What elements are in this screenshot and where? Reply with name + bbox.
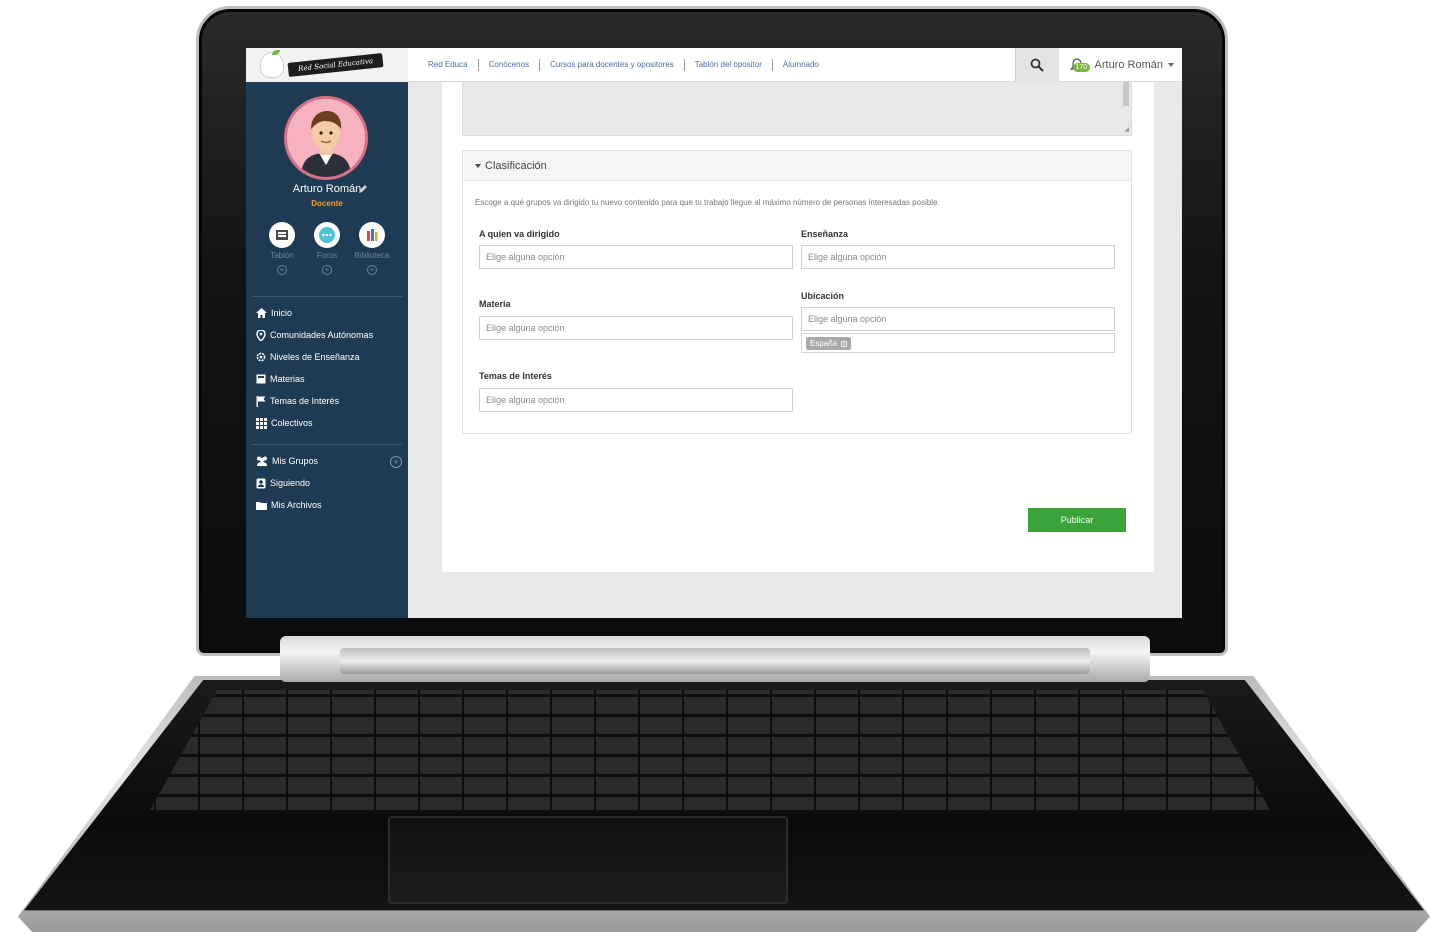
sidebar-item-label: Temas de Interés bbox=[270, 396, 340, 406]
sidebar-item-niveles[interactable]: Niveles de Enseñanza bbox=[256, 346, 373, 368]
teaching-label: Enseñanza bbox=[801, 229, 849, 239]
notifications-button[interactable]: 170 bbox=[1059, 48, 1095, 82]
location-label: Ubicación bbox=[801, 291, 845, 301]
sidebar-item-label: Materias bbox=[270, 374, 305, 384]
sidebar-item-label: Niveles de Enseñanza bbox=[270, 352, 360, 362]
audience-select[interactable] bbox=[479, 245, 793, 269]
sidebar-item-comunidades[interactable]: Comunidades Autónomas bbox=[256, 324, 373, 346]
shortcut-foros[interactable]: Foros + bbox=[307, 222, 347, 275]
publish-button[interactable]: Publicar bbox=[1028, 508, 1126, 532]
location-select[interactable] bbox=[801, 307, 1115, 331]
tag-label: España bbox=[810, 339, 838, 348]
chevron-down-icon bbox=[475, 163, 481, 168]
sidebar-divider bbox=[252, 444, 402, 445]
content-textarea[interactable]: ◢ bbox=[462, 82, 1132, 136]
nav-conocenos[interactable]: Conócenos bbox=[479, 60, 539, 69]
sidebar-item-label: Siguiendo bbox=[270, 478, 311, 488]
chat-bubble-icon bbox=[319, 227, 335, 243]
avatar[interactable] bbox=[284, 96, 368, 180]
gear-icon bbox=[256, 352, 266, 362]
sidebar-menu-personal: Mis Grupos Siguiendo Mis Archivos bbox=[256, 450, 322, 516]
nav-red-educa[interactable]: Red Educa bbox=[418, 60, 478, 69]
nav-tablon-opositor[interactable]: Tablón del opositor bbox=[685, 60, 772, 69]
scrollbar-thumb[interactable] bbox=[1123, 82, 1129, 106]
audience-label: A quien va dirigido bbox=[479, 229, 560, 239]
logo-text: Red Social Educativa bbox=[287, 52, 385, 77]
board-icon bbox=[276, 230, 288, 240]
user-menu[interactable]: Arturo Román bbox=[1095, 59, 1174, 71]
site-logo[interactable]: Red Social Educativa bbox=[246, 48, 408, 82]
nav-cursos[interactable]: Cursos para docentes y opositores bbox=[540, 60, 684, 69]
search-icon bbox=[1030, 58, 1044, 72]
sidebar-item-inicio[interactable]: Inicio bbox=[256, 302, 373, 324]
sidebar-item-label: Mis Archivos bbox=[271, 500, 322, 510]
shortcuts: Tablón + Foros + Biblioteca + bbox=[262, 222, 392, 275]
profile-role: Docente bbox=[311, 199, 343, 208]
chevron-down-icon bbox=[1168, 63, 1174, 67]
avatar-illustration-icon bbox=[287, 99, 365, 177]
plus-icon[interactable]: + bbox=[277, 265, 287, 275]
search-button[interactable] bbox=[1014, 48, 1059, 82]
teaching-select[interactable] bbox=[801, 245, 1115, 269]
topics-label: Temas de Interés bbox=[479, 371, 552, 381]
sidebar-item-label: Mis Grupos bbox=[272, 456, 319, 466]
shortcut-label: Biblioteca bbox=[354, 251, 390, 260]
top-right-controls: 170 Arturo Román bbox=[1014, 48, 1174, 82]
close-icon[interactable] bbox=[841, 340, 848, 347]
book-icon bbox=[256, 374, 266, 384]
folder-icon bbox=[256, 501, 267, 510]
sidebar-divider bbox=[252, 296, 402, 297]
shortcut-label: Tablón bbox=[270, 251, 294, 260]
shortcut-tablon[interactable]: Tablón + bbox=[262, 222, 302, 275]
classification-section: Clasificación Escoge a qué grupos va dir… bbox=[462, 150, 1132, 434]
plus-icon[interactable]: + bbox=[322, 265, 332, 275]
books-icon bbox=[367, 229, 378, 241]
sidebar-item-mis-grupos[interactable]: Mis Grupos bbox=[256, 450, 322, 472]
pencil-icon[interactable] bbox=[358, 184, 368, 194]
subject-select[interactable] bbox=[479, 316, 793, 340]
add-group-plus-icon[interactable]: + bbox=[390, 456, 402, 468]
laptop-hinge-center bbox=[340, 648, 1090, 674]
sidebar-item-temas[interactable]: Temas de Interés bbox=[256, 390, 373, 412]
shortcut-biblioteca[interactable]: Biblioteca + bbox=[352, 222, 392, 275]
sidebar-item-siguiendo[interactable]: Siguiendo bbox=[256, 472, 322, 494]
sidebar-item-colectivos[interactable]: Colectivos bbox=[256, 412, 373, 434]
sidebar-item-label: Colectivos bbox=[271, 418, 313, 428]
logo-mark-icon bbox=[260, 51, 284, 78]
sidebar-item-label: Comunidades Autónomas bbox=[270, 330, 374, 340]
section-title: Clasificación bbox=[485, 159, 547, 172]
location-tags: España bbox=[801, 333, 1115, 353]
home-icon bbox=[256, 308, 267, 318]
subject-label: Materia bbox=[479, 299, 511, 309]
sidebar-item-mis-archivos[interactable]: Mis Archivos bbox=[256, 494, 322, 516]
sidebar: Arturo Román Docente Tablón + Foros + Bi… bbox=[246, 82, 408, 618]
top-bar: Red Social Educativa Red Educa Conócenos… bbox=[246, 48, 1182, 82]
shortcut-label: Foros bbox=[316, 251, 338, 260]
sidebar-item-materias[interactable]: Materias bbox=[256, 368, 373, 390]
main-nav: Red Educa Conócenos Cursos para docentes… bbox=[418, 58, 829, 71]
topics-select[interactable] bbox=[479, 388, 793, 412]
screen: Red Social Educativa Red Educa Conócenos… bbox=[246, 48, 1182, 618]
flag-icon bbox=[256, 395, 266, 407]
plus-icon[interactable]: + bbox=[367, 265, 377, 275]
sidebar-item-label: Inicio bbox=[271, 308, 293, 318]
location-tag: España bbox=[806, 337, 852, 350]
user-menu-name: Arturo Román bbox=[1094, 59, 1163, 71]
grid-icon bbox=[256, 417, 267, 429]
profile-name: Arturo Román bbox=[292, 183, 362, 195]
contact-icon bbox=[256, 478, 266, 488]
section-description: Escoge a qué grupos va dirigido tu nuevo… bbox=[475, 198, 940, 207]
main-panel: ◢ Clasificación Escoge a qué grupos va d… bbox=[442, 82, 1154, 572]
nav-alumnado[interactable]: Alumnado bbox=[773, 60, 829, 69]
laptop-trackpad bbox=[388, 816, 788, 904]
map-pin-icon bbox=[256, 329, 266, 341]
resize-grip-icon[interactable]: ◢ bbox=[1124, 126, 1129, 133]
notification-badge: 170 bbox=[1072, 63, 1091, 72]
classification-header[interactable]: Clasificación bbox=[463, 151, 1131, 181]
users-icon bbox=[257, 456, 267, 466]
laptop-keyboard bbox=[150, 690, 1270, 810]
sidebar-menu: Inicio Comunidades Autónomas Niveles de … bbox=[256, 302, 373, 434]
